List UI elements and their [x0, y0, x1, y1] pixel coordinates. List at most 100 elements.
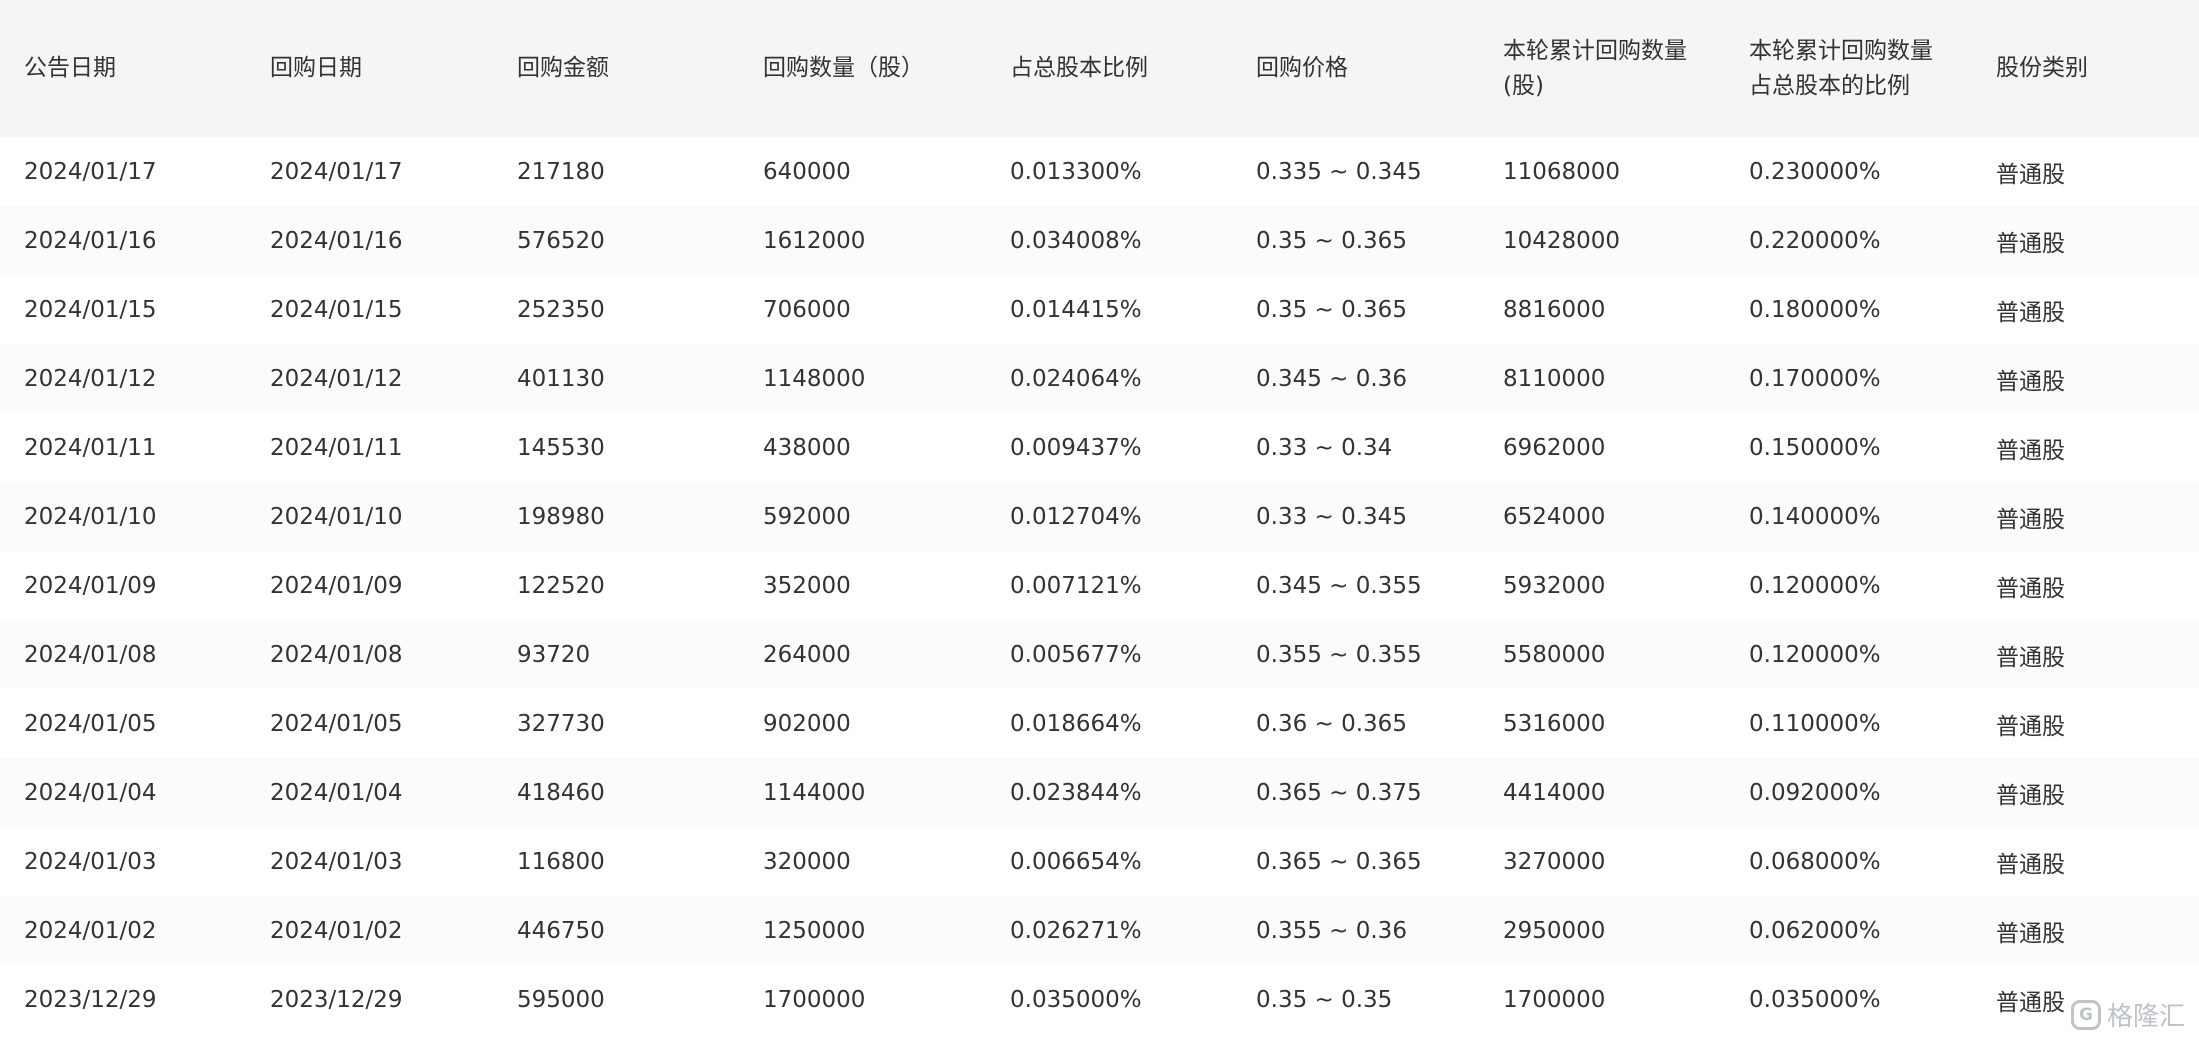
cell-buyback-date: 2024/01/09 [270, 572, 403, 599]
header-buyback-date: 回购日期 [270, 55, 362, 81]
cell-share-capital-ratio: 0.014415% [1010, 296, 1142, 323]
header-cumulative-quantity: 本轮累计回购数量(股) [1503, 37, 1687, 99]
cell-cumulative-ratio: 0.120000% [1749, 641, 1881, 668]
cell-buyback-date: 2023/12/29 [270, 986, 403, 1013]
cell-share-class: 普通股 [1996, 920, 2065, 947]
header-share-class: 股份类别 [1996, 55, 2088, 81]
cell-cumulative-quantity: 4414000 [1503, 779, 1606, 806]
cell-share-class: 普通股 [1996, 506, 2065, 533]
header-cumulative-ratio: 本轮累计回购数量占总股本的比例 [1749, 37, 1933, 99]
cell-cumulative-ratio: 0.062000% [1749, 917, 1881, 944]
table-row: 2024/01/08 2024/01/08 93720 264000 0.005677%… [0, 620, 2199, 689]
cell-buyback-date: 2024/01/03 [270, 848, 403, 875]
cell-cumulative-quantity: 2950000 [1503, 917, 1606, 944]
watermark-text: 格隆汇 [2106, 1002, 2185, 1032]
cell-share-capital-ratio: 0.034008% [1010, 227, 1142, 254]
cell-cumulative-ratio: 0.220000% [1749, 227, 1881, 254]
cell-announcement-date: 2023/12/29 [24, 986, 157, 1013]
cell-share-capital-ratio: 0.007121% [1010, 572, 1142, 599]
cell-buyback-quantity: 902000 [763, 710, 851, 737]
cell-announcement-date: 2024/01/10 [24, 503, 157, 530]
cell-buyback-price: 0.365 ~ 0.365 [1256, 848, 1422, 875]
cell-share-capital-ratio: 0.012704% [1010, 503, 1142, 530]
cell-buyback-price: 0.345 ~ 0.36 [1256, 365, 1407, 392]
cell-buyback-price: 0.35 ~ 0.365 [1256, 227, 1407, 254]
header-row: 公告日期 回购日期 回购金额 回购数量（股） 占总股本比例 回购价格 本轮累计回… [0, 0, 2199, 137]
cell-announcement-date: 2024/01/16 [24, 227, 157, 254]
cell-cumulative-ratio: 0.110000% [1749, 710, 1881, 737]
cell-cumulative-ratio: 0.035000% [1749, 986, 1881, 1013]
cell-cumulative-quantity: 6524000 [1503, 503, 1606, 530]
cell-buyback-amount: 446750 [517, 917, 605, 944]
watermark: G 格隆汇 [2070, 996, 2185, 1033]
cell-cumulative-ratio: 0.092000% [1749, 779, 1881, 806]
cell-buyback-amount: 576520 [517, 227, 605, 254]
cell-buyback-quantity: 1612000 [763, 227, 866, 254]
cell-buyback-price: 0.355 ~ 0.355 [1256, 641, 1422, 668]
cell-buyback-amount: 122520 [517, 572, 605, 599]
cell-buyback-price: 0.35 ~ 0.365 [1256, 296, 1407, 323]
cell-share-capital-ratio: 0.023844% [1010, 779, 1142, 806]
cell-announcement-date: 2024/01/11 [24, 434, 157, 461]
cell-share-capital-ratio: 0.013300% [1010, 158, 1142, 185]
cell-cumulative-ratio: 0.150000% [1749, 434, 1881, 461]
cell-cumulative-ratio: 0.230000% [1749, 158, 1881, 185]
cell-buyback-date: 2024/01/05 [270, 710, 403, 737]
cell-buyback-amount: 418460 [517, 779, 605, 806]
table-body: 2024/01/17 2024/01/17 217180 640000 0.013300… [0, 137, 2199, 1034]
cell-share-class: 普通股 [1996, 368, 2065, 395]
cell-announcement-date: 2024/01/17 [24, 158, 157, 185]
cell-buyback-date: 2024/01/16 [270, 227, 403, 254]
cell-announcement-date: 2024/01/03 [24, 848, 157, 875]
cell-cumulative-quantity: 1700000 [1503, 986, 1606, 1013]
cell-buyback-date: 2024/01/12 [270, 365, 403, 392]
table-row: 2024/01/11 2024/01/11 145530 438000 0.009437… [0, 413, 2199, 482]
cell-buyback-quantity: 264000 [763, 641, 851, 668]
cell-cumulative-ratio: 0.140000% [1749, 503, 1881, 530]
cell-share-class: 普通股 [1996, 230, 2065, 257]
cell-buyback-amount: 93720 [517, 641, 591, 668]
cell-buyback-quantity: 640000 [763, 158, 851, 185]
header-buyback-amount: 回购金额 [517, 55, 609, 81]
cell-announcement-date: 2024/01/04 [24, 779, 157, 806]
header-share-capital-ratio: 占总股本比例 [1010, 55, 1148, 81]
cell-cumulative-quantity: 8816000 [1503, 296, 1606, 323]
cell-share-class: 普通股 [1996, 782, 2065, 809]
gelonghui-logo-icon: G [2070, 999, 2101, 1030]
cell-cumulative-quantity: 5580000 [1503, 641, 1606, 668]
table-row: 2024/01/03 2024/01/03 116800 320000 0.006654… [0, 827, 2199, 896]
cell-cumulative-quantity: 8110000 [1503, 365, 1606, 392]
cell-announcement-date: 2024/01/15 [24, 296, 157, 323]
table-row: 2024/01/05 2024/01/05 327730 902000 0.018664… [0, 689, 2199, 758]
cell-announcement-date: 2024/01/02 [24, 917, 157, 944]
cell-cumulative-ratio: 0.170000% [1749, 365, 1881, 392]
cell-buyback-quantity: 1250000 [763, 917, 866, 944]
cell-cumulative-quantity: 11068000 [1503, 158, 1621, 185]
cell-buyback-quantity: 320000 [763, 848, 851, 875]
buyback-table: 公告日期 回购日期 回购金额 回购数量（股） 占总股本比例 回购价格 本轮累计回… [0, 0, 2199, 1034]
table-row: 2024/01/15 2024/01/15 252350 706000 0.014415… [0, 275, 2199, 344]
cell-buyback-price: 0.33 ~ 0.34 [1256, 434, 1393, 461]
cell-buyback-price: 0.36 ~ 0.365 [1256, 710, 1407, 737]
cell-buyback-date: 2024/01/17 [270, 158, 403, 185]
cell-buyback-amount: 252350 [517, 296, 605, 323]
cell-cumulative-quantity: 10428000 [1503, 227, 1621, 254]
cell-buyback-price: 0.335 ~ 0.345 [1256, 158, 1422, 185]
cell-share-class: 普通股 [1996, 851, 2065, 878]
cell-share-capital-ratio: 0.005677% [1010, 641, 1142, 668]
cell-buyback-amount: 116800 [517, 848, 605, 875]
cell-share-capital-ratio: 0.006654% [1010, 848, 1142, 875]
cell-cumulative-ratio: 0.068000% [1749, 848, 1881, 875]
cell-share-class: 普通股 [1996, 437, 2065, 464]
cell-share-capital-ratio: 0.018664% [1010, 710, 1142, 737]
cell-buyback-quantity: 1144000 [763, 779, 866, 806]
cell-buyback-amount: 595000 [517, 986, 605, 1013]
cell-cumulative-quantity: 6962000 [1503, 434, 1606, 461]
cell-buyback-price: 0.365 ~ 0.375 [1256, 779, 1422, 806]
cell-buyback-date: 2024/01/15 [270, 296, 403, 323]
cell-buyback-quantity: 706000 [763, 296, 851, 323]
cell-buyback-date: 2024/01/11 [270, 434, 403, 461]
cell-buyback-date: 2024/01/04 [270, 779, 403, 806]
cell-buyback-date: 2024/01/02 [270, 917, 403, 944]
table-row: 2024/01/17 2024/01/17 217180 640000 0.013300… [0, 137, 2199, 206]
